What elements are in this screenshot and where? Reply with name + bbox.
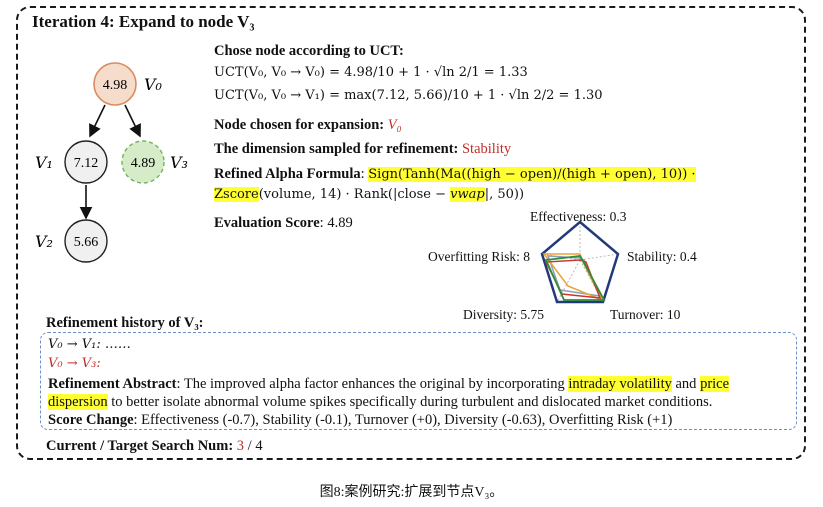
node-v0-label: V₀ xyxy=(144,75,163,94)
node-v1-label: V₁ xyxy=(35,153,53,172)
search-num-target: 4 xyxy=(255,438,263,454)
expansion-row: Node chosen for expansion: V₀ xyxy=(214,116,402,134)
dimension-label: The dimension sampled for refinement: xyxy=(214,141,462,157)
abstract-highlight-volatility: intraday volatility xyxy=(568,376,672,392)
iteration-title: Iteration 4: Expand to node V₃ xyxy=(32,12,255,31)
formula-zscore: Zscore xyxy=(214,187,259,202)
search-num-sep: / xyxy=(244,438,256,454)
abstract-text-2: and xyxy=(671,376,701,392)
evaluation-label: Evaluation Score xyxy=(214,215,320,231)
search-num-current: 3 xyxy=(236,438,245,454)
node-v1-value: 7.12 xyxy=(74,156,99,171)
uct-heading: Chose node according to UCT: xyxy=(214,43,404,59)
formula-middle: (volume, 14) · Rank(|close − xyxy=(258,187,451,202)
node-v0: 4.98 xyxy=(93,62,137,106)
history-step-1: V₀ → V₁: …… xyxy=(48,337,131,352)
abstract-line-2: dispersion to better isolate abnormal vo… xyxy=(48,393,712,411)
expansion-label: Node chosen for expansion: xyxy=(214,117,388,133)
formula-row-2: Zscore(volume, 14) · Rank(|close − vwap|… xyxy=(214,185,524,204)
uct-line-1: UCT(V₀, V₀ → V₀) = 4.98/10 + 1 · √ln 2/1… xyxy=(214,65,528,80)
node-v3-value: 4.89 xyxy=(131,156,156,171)
evaluation-value: : 4.89 xyxy=(319,215,353,231)
node-v1: 7.12 xyxy=(64,140,108,184)
history-heading: Refinement history of V₃: xyxy=(46,315,204,331)
history-step-2: V₀ → V₃: xyxy=(48,356,101,371)
abstract-label: Refinement Abstract xyxy=(48,376,177,392)
evaluation-row: Evaluation Score: 4.89 xyxy=(214,214,353,232)
search-num-label: Current / Target Search Num: xyxy=(46,438,237,454)
node-v3-label: V₃ xyxy=(170,153,188,172)
score-change-row: Score Change: Effectiveness (-0.7), Stab… xyxy=(48,411,672,429)
formula-vwap: vwap xyxy=(450,187,485,202)
node-v0-value: 4.98 xyxy=(103,78,128,93)
search-tree: 4.98 V₀ 7.12 V₁ 4.89 V₃ 5.66 V₂ xyxy=(35,62,188,263)
node-v2: 5.66 xyxy=(64,219,108,263)
radar-label-stability: Stability: 0.4 xyxy=(627,249,697,264)
abstract-highlight-price: price xyxy=(700,376,730,392)
radar-label-effectiveness: Effectiveness: 0.3 xyxy=(530,209,627,224)
node-v2-label: V₂ xyxy=(35,232,53,251)
formula-line-1: Sign(Tanh(Ma((high − open)/(high + open)… xyxy=(368,167,696,182)
node-v2-value: 5.66 xyxy=(74,235,99,250)
abstract-line-1: Refinement Abstract: The improved alpha … xyxy=(48,375,730,393)
radar-label-overfitting: Overfitting Risk: 8 xyxy=(428,249,530,264)
radar-chart xyxy=(540,220,620,304)
abstract-highlight-dispersion: dispersion xyxy=(48,394,108,410)
abstract-text-1: : The improved alpha factor enhances the… xyxy=(176,376,569,392)
formula-label: Refined Alpha Formula xyxy=(214,166,361,182)
edge-v0-v3 xyxy=(124,104,141,138)
radar-label-turnover: Turnover: 10 xyxy=(610,307,681,322)
formula-row-1: Refined Alpha Formula: Sign(Tanh(Ma((hig… xyxy=(214,166,696,182)
dimension-row: The dimension sampled for refinement: St… xyxy=(214,140,511,158)
node-v3: 4.89 xyxy=(121,140,165,184)
uct-line-2: UCT(V₀, V₀ → V₁) = max(7.12, 5.66)/10 + … xyxy=(214,88,603,103)
formula-end: |, 50)) xyxy=(484,187,525,202)
figure-caption: 图8:案例研究:扩展到节点V₃。 xyxy=(319,485,504,500)
dimension-value: Stability xyxy=(461,141,512,157)
search-num-row: Current / Target Search Num: 3 / 4 xyxy=(46,437,263,455)
score-change-label: Score Change xyxy=(48,412,134,428)
score-change-text: : Effectiveness (-0.7), Stability (-0.1)… xyxy=(133,412,673,428)
edge-v0-v1 xyxy=(89,104,106,138)
expansion-value: V₀ xyxy=(387,117,402,133)
radar-label-diversity: Diversity: 5.75 xyxy=(463,307,544,322)
abstract-text-3: to better isolate abnormal volume spikes… xyxy=(107,394,713,410)
